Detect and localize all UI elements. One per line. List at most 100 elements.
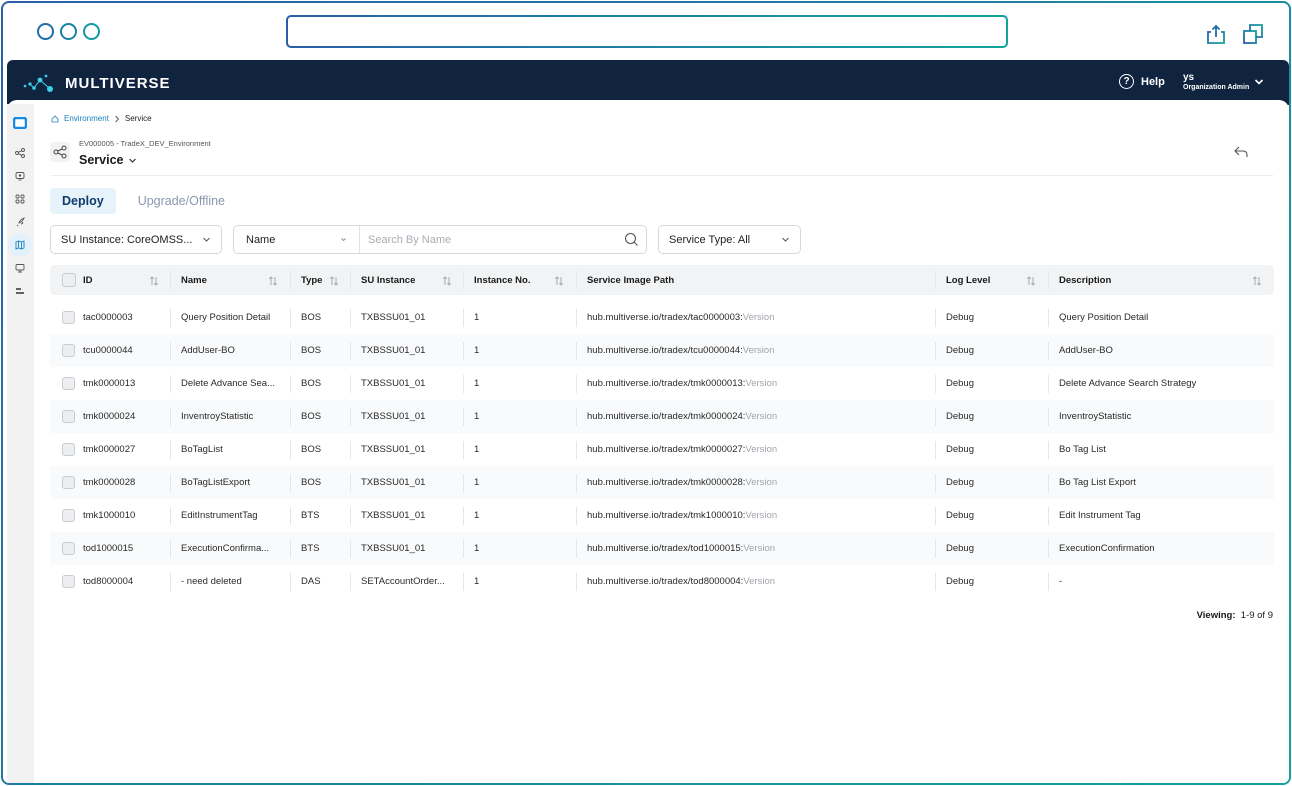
cell-type: BTS — [301, 510, 320, 521]
column-divider — [170, 473, 171, 492]
cell-instance-no: 1 — [474, 510, 480, 521]
image-path: hub.multiverse.io/tradex/tac0000003: — [587, 312, 743, 323]
column-divider — [463, 341, 464, 360]
sort-icon[interactable] — [554, 274, 564, 286]
sidebar-item-settings[interactable] — [11, 282, 29, 300]
sort-icon[interactable] — [268, 274, 278, 286]
column-divider — [1048, 440, 1049, 459]
cell-type: BTS — [301, 543, 320, 554]
search-button[interactable] — [616, 226, 646, 253]
column-header-log-level[interactable]: Log Level — [946, 265, 990, 295]
column-divider — [935, 539, 936, 558]
table-row[interactable]: tod1000015 ExecutionConfirma... BTS TXBSSU0… — [50, 532, 1274, 565]
chevron-right-icon — [115, 115, 120, 122]
table-row[interactable]: tmk0000024 InventroyStatistic BOS TXBSSU01_… — [50, 400, 1274, 433]
cell-image-path: hub.multiverse.io/tradex/tac0000003: Vers… — [587, 301, 774, 334]
sliders-icon — [16, 288, 24, 294]
row-checkbox[interactable] — [62, 575, 75, 588]
sort-icon[interactable] — [329, 274, 339, 286]
sidebar-item-display[interactable] — [11, 259, 29, 277]
service-type-select[interactable]: Service Type: All — [658, 225, 801, 254]
tab-deploy[interactable]: Deploy — [50, 188, 116, 214]
back-icon[interactable] — [1233, 144, 1249, 160]
column-header-name[interactable]: Name — [181, 265, 207, 295]
multiverse-logo-icon — [23, 74, 53, 92]
cell-id: tac0000003 — [83, 312, 133, 323]
table-row[interactable]: tac0000003 Query Position Detail BOS TXBSSU… — [50, 301, 1274, 334]
row-checkbox[interactable] — [62, 476, 75, 489]
row-checkbox[interactable] — [62, 542, 75, 555]
cell-image-path: hub.multiverse.io/tradex/tcu0000044: Vers… — [587, 334, 774, 367]
sidebar-item-topology[interactable] — [11, 144, 29, 162]
table-row[interactable]: tmk0000027 BoTagList BOS TXBSSU01_01 1 hub.mu… — [50, 433, 1274, 466]
column-header-type[interactable]: Type — [301, 265, 322, 295]
sidebar-item-deploy[interactable] — [11, 213, 29, 231]
cell-instance-no: 1 — [474, 444, 480, 455]
column-header-instance-no[interactable]: Instance No. — [474, 265, 531, 295]
row-checkbox[interactable] — [62, 443, 75, 456]
column-header-su-instance[interactable]: SU Instance — [361, 265, 415, 295]
column-divider — [463, 407, 464, 426]
chevron-down-icon[interactable] — [1254, 77, 1264, 87]
window-control-close[interactable] — [37, 23, 54, 40]
column-divider — [935, 341, 936, 360]
share-icon[interactable] — [1205, 23, 1227, 45]
row-checkbox[interactable] — [62, 311, 75, 324]
column-divider — [170, 341, 171, 360]
sort-icon[interactable] — [442, 274, 452, 286]
table-row[interactable]: tod8000004 - need deleted DAS SETAccountOrd… — [50, 565, 1274, 598]
tab-upgrade-offline[interactable]: Upgrade/Offline — [126, 188, 237, 214]
table-row[interactable]: tmk0000028 BoTagListExport BOS TXBSSU01_01 1… — [50, 466, 1274, 499]
logo[interactable]: MULTIVERSE — [23, 72, 171, 94]
sort-icon[interactable] — [1026, 274, 1036, 286]
user-role: Organization Admin — [1183, 84, 1250, 91]
cell-name: BoTagList — [181, 444, 223, 455]
column-divider — [1048, 374, 1049, 393]
row-checkbox[interactable] — [62, 377, 75, 390]
column-divider — [170, 440, 171, 459]
column-divider — [350, 440, 351, 459]
su-instance-select[interactable]: SU Instance: CoreOMSS... — [50, 225, 222, 254]
table-row[interactable]: tmk1000010 EditInstrumentTag BTS TXBSSU01_0… — [50, 499, 1274, 532]
table-row[interactable]: tcu0000044 AddUser-BO BOS TXBSSU01_01 1 hub.m… — [50, 334, 1274, 367]
cell-description: Bo Tag List Export — [1059, 477, 1136, 488]
column-divider — [576, 374, 577, 393]
breadcrumb-environment[interactable]: Environment — [64, 114, 109, 123]
cell-su-instance: TXBSSU01_01 — [361, 411, 426, 422]
image-version: Version — [742, 345, 775, 356]
column-divider — [170, 374, 171, 393]
row-checkbox[interactable] — [62, 344, 75, 357]
column-header-image-path[interactable]: Service Image Path — [587, 265, 674, 295]
search-field-select[interactable]: Name — [234, 226, 360, 253]
sidebar-item-apps[interactable] — [11, 190, 29, 208]
user-menu[interactable]: ys Organization Admin — [1183, 72, 1249, 93]
sort-icon[interactable] — [149, 274, 159, 286]
dashboard-icon — [13, 117, 27, 129]
help-button[interactable]: ? Help — [1119, 74, 1165, 89]
window-control-minimize[interactable] — [60, 23, 77, 40]
image-path: hub.multiverse.io/tradex/tcu0000044: — [587, 345, 743, 356]
logo-text: MULTIVERSE — [65, 74, 171, 92]
cell-description: ExecutionConfirmation — [1059, 543, 1155, 554]
search-input[interactable] — [360, 226, 616, 253]
column-divider — [350, 407, 351, 426]
url-input[interactable] — [288, 17, 1006, 46]
column-header-description[interactable]: Description — [1059, 265, 1111, 295]
new-window-icon[interactable] — [1242, 23, 1264, 45]
sidebar-item-monitor[interactable] — [11, 167, 29, 185]
column-divider — [463, 308, 464, 327]
sidebar-item-map[interactable] — [8, 233, 32, 257]
row-checkbox[interactable] — [62, 509, 75, 522]
column-divider — [170, 572, 171, 591]
table-row[interactable]: tmk0000013 Delete Advance Sea... BOS TXBSSU… — [50, 367, 1274, 400]
column-divider — [576, 572, 577, 591]
sort-icon[interactable] — [1252, 274, 1262, 286]
page-title-dropdown[interactable]: Service — [79, 153, 137, 167]
image-path: hub.multiverse.io/tradex/tmk0000024: — [587, 411, 746, 422]
sidebar-item-dashboard[interactable] — [11, 114, 29, 132]
select-all-checkbox[interactable] — [62, 273, 76, 287]
row-checkbox[interactable] — [62, 410, 75, 423]
window-control-maximize[interactable] — [83, 23, 100, 40]
column-header-id[interactable]: ID — [83, 265, 93, 295]
help-label: Help — [1141, 75, 1165, 88]
